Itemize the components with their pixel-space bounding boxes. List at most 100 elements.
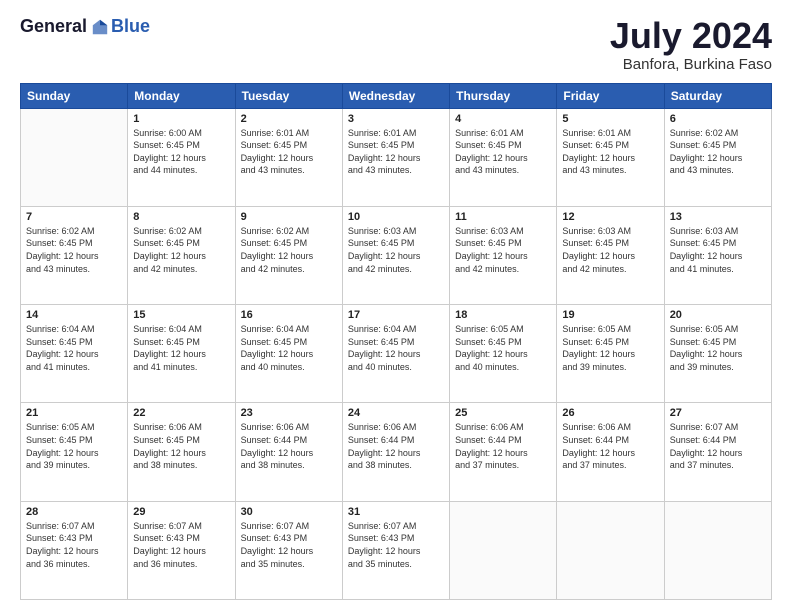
calendar-week-row: 1Sunrise: 6:00 AMSunset: 6:45 PMDaylight… [21,108,772,206]
calendar-week-row: 14 Sunrise: 6:04 AMSunset: 6:45 PMDayligh… [21,305,772,403]
page: General Blue July 2024 Banfora, Burkina … [0,0,792,612]
day-info: Sunrise: 6:04 AMSunset: 6:45 PMDaylight:… [26,323,122,373]
table-row: 10 Sunrise: 6:03 AMSunset: 6:45 PMDayligh… [342,206,449,304]
table-row: 4Sunrise: 6:01 AMSunset: 6:45 PMDaylight… [450,108,557,206]
month-year: July 2024 [610,16,772,56]
table-row: 13 Sunrise: 6:03 AMSunset: 6:45 PMDayligh… [664,206,771,304]
table-row: 5Sunrise: 6:01 AMSunset: 6:45 PMDaylight… [557,108,664,206]
table-row: 6Sunrise: 6:02 AMSunset: 6:45 PMDaylight… [664,108,771,206]
logo-blue-text: Blue [111,16,150,37]
table-row: 31 Sunrise: 6:07 AMSunset: 6:43 PMDayligh… [342,501,449,599]
day-number: 4 [455,113,551,125]
day-number: 17 [348,309,444,321]
table-row: 17 Sunrise: 6:04 AMSunset: 6:45 PMDayligh… [342,305,449,403]
col-saturday: Saturday [664,83,771,108]
table-row: 25 Sunrise: 6:06 AMSunset: 6:44 PMDayligh… [450,403,557,501]
table-row: 2Sunrise: 6:01 AMSunset: 6:45 PMDaylight… [235,108,342,206]
day-number: 26 [562,407,658,419]
table-row: 24 Sunrise: 6:06 AMSunset: 6:44 PMDayligh… [342,403,449,501]
day-info: Sunrise: 6:02 AMSunset: 6:45 PMDaylight:… [241,225,337,275]
table-row: 9 Sunrise: 6:02 AMSunset: 6:45 PMDaylight… [235,206,342,304]
day-number: 10 [348,211,444,223]
day-info: Sunrise: 6:07 AMSunset: 6:43 PMDaylight:… [348,520,444,570]
day-info: Sunrise: 6:03 AMSunset: 6:45 PMDaylight:… [348,225,444,275]
day-info: Sunrise: 6:06 AMSunset: 6:44 PMDaylight:… [348,421,444,471]
table-row: 19 Sunrise: 6:05 AMSunset: 6:45 PMDayligh… [557,305,664,403]
day-number: 3 [348,113,444,125]
day-number: 12 [562,211,658,223]
day-info: Sunrise: 6:05 AMSunset: 6:45 PMDaylight:… [455,323,551,373]
table-row: 11 Sunrise: 6:03 AMSunset: 6:45 PMDayligh… [450,206,557,304]
day-info: Sunrise: 6:04 AMSunset: 6:45 PMDaylight:… [133,323,229,373]
calendar-header-row: Sunday Monday Tuesday Wednesday Thursday… [21,83,772,108]
day-info: Sunrise: 6:04 AMSunset: 6:45 PMDaylight:… [348,323,444,373]
day-info: Sunrise: 6:06 AMSunset: 6:44 PMDaylight:… [241,421,337,471]
day-number: 24 [348,407,444,419]
table-row: 7 Sunrise: 6:02 AMSunset: 6:45 PMDaylight… [21,206,128,304]
logo-general-text: General [20,16,87,37]
location: Banfora, Burkina Faso [610,56,772,73]
day-info: Sunrise: 6:03 AMSunset: 6:45 PMDaylight:… [455,225,551,275]
table-row: 23 Sunrise: 6:06 AMSunset: 6:44 PMDayligh… [235,403,342,501]
day-number: 8 [133,211,229,223]
day-number: 31 [348,506,444,518]
day-number: 11 [455,211,551,223]
logo-icon [91,18,109,36]
day-number: 25 [455,407,551,419]
day-number: 5 [562,113,658,125]
table-row: 22 Sunrise: 6:06 AMSunset: 6:45 PMDayligh… [128,403,235,501]
day-info: Sunrise: 6:01 AMSunset: 6:45 PMDaylight:… [348,127,444,177]
table-row: 14 Sunrise: 6:04 AMSunset: 6:45 PMDayligh… [21,305,128,403]
day-number: 27 [670,407,766,419]
day-info: Sunrise: 6:02 AMSunset: 6:45 PMDaylight:… [670,127,766,177]
table-row: 8 Sunrise: 6:02 AMSunset: 6:45 PMDaylight… [128,206,235,304]
table-row: 30 Sunrise: 6:07 AMSunset: 6:43 PMDayligh… [235,501,342,599]
table-row: 15 Sunrise: 6:04 AMSunset: 6:45 PMDayligh… [128,305,235,403]
day-info: Sunrise: 6:05 AMSunset: 6:45 PMDaylight:… [562,323,658,373]
day-info: Sunrise: 6:05 AMSunset: 6:45 PMDaylight:… [26,421,122,471]
calendar-week-row: 7 Sunrise: 6:02 AMSunset: 6:45 PMDaylight… [21,206,772,304]
table-row [664,501,771,599]
day-number: 19 [562,309,658,321]
day-number: 28 [26,506,122,518]
col-tuesday: Tuesday [235,83,342,108]
day-number: 15 [133,309,229,321]
day-number: 16 [241,309,337,321]
day-info: Sunrise: 6:06 AMSunset: 6:45 PMDaylight:… [133,421,229,471]
table-row: 20 Sunrise: 6:05 AMSunset: 6:45 PMDayligh… [664,305,771,403]
col-thursday: Thursday [450,83,557,108]
day-info: Sunrise: 6:00 AMSunset: 6:45 PMDaylight:… [133,127,229,177]
day-info: Sunrise: 6:02 AMSunset: 6:45 PMDaylight:… [26,225,122,275]
day-info: Sunrise: 6:06 AMSunset: 6:44 PMDaylight:… [562,421,658,471]
table-row: 12Sunrise: 6:03 AMSunset: 6:45 PMDayligh… [557,206,664,304]
day-info: Sunrise: 6:05 AMSunset: 6:45 PMDaylight:… [670,323,766,373]
day-info: Sunrise: 6:07 AMSunset: 6:43 PMDaylight:… [133,520,229,570]
title-area: July 2024 Banfora, Burkina Faso [610,16,772,73]
day-number: 14 [26,309,122,321]
table-row [450,501,557,599]
day-info: Sunrise: 6:06 AMSunset: 6:44 PMDaylight:… [455,421,551,471]
calendar-table: Sunday Monday Tuesday Wednesday Thursday… [20,83,772,600]
header: General Blue July 2024 Banfora, Burkina … [20,16,772,73]
day-number: 9 [241,211,337,223]
day-info: Sunrise: 6:07 AMSunset: 6:44 PMDaylight:… [670,421,766,471]
table-row: 28 Sunrise: 6:07 AMSunset: 6:43 PMDayligh… [21,501,128,599]
day-number: 23 [241,407,337,419]
day-info: Sunrise: 6:02 AMSunset: 6:45 PMDaylight:… [133,225,229,275]
day-number: 7 [26,211,122,223]
table-row: 18 Sunrise: 6:05 AMSunset: 6:45 PMDayligh… [450,305,557,403]
day-info: Sunrise: 6:03 AMSunset: 6:45 PMDaylight:… [670,225,766,275]
day-number: 13 [670,211,766,223]
day-number: 29 [133,506,229,518]
day-info: Sunrise: 6:04 AMSunset: 6:45 PMDaylight:… [241,323,337,373]
table-row [557,501,664,599]
day-info: Sunrise: 6:07 AMSunset: 6:43 PMDaylight:… [241,520,337,570]
col-sunday: Sunday [21,83,128,108]
logo: General Blue [20,16,150,37]
day-number: 30 [241,506,337,518]
day-info: Sunrise: 6:07 AMSunset: 6:43 PMDaylight:… [26,520,122,570]
day-number: 20 [670,309,766,321]
day-number: 22 [133,407,229,419]
day-number: 18 [455,309,551,321]
table-row: 26 Sunrise: 6:06 AMSunset: 6:44 PMDayligh… [557,403,664,501]
